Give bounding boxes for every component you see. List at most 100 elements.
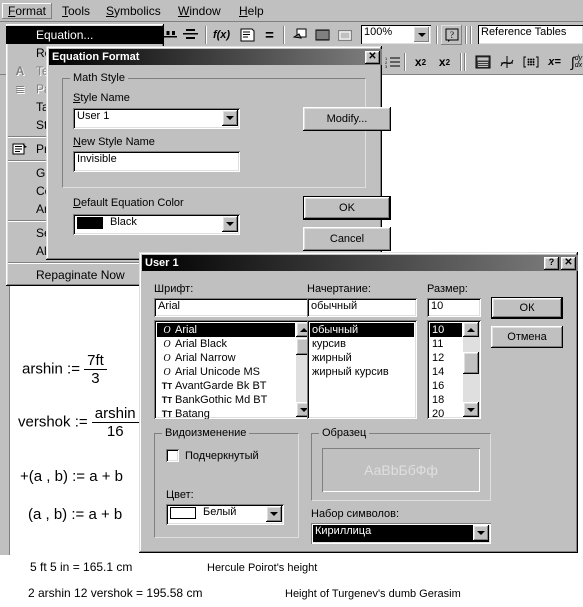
underline-label-text: Подчеркнутый (185, 450, 259, 462)
color-dropdown[interactable]: Белый (166, 504, 284, 525)
font-style-input[interactable]: обычный (307, 298, 417, 317)
script-dropdown[interactable]: Кириллица (311, 523, 491, 544)
menu-item-format[interactable]: Format (2, 3, 53, 19)
equation-region-invisible-operator[interactable]: (a , b) := a + b (28, 506, 122, 523)
graph-palette-icon[interactable] (496, 52, 517, 72)
font-input[interactable]: Arial (154, 298, 314, 317)
list-item[interactable]: курсив (310, 337, 414, 351)
cancel-button[interactable]: Cancel (303, 227, 391, 251)
calculus-palette-icon[interactable]: ∫ dy dx (566, 52, 583, 72)
chevron-down-icon[interactable] (222, 110, 238, 126)
font-listbox[interactable]: O Arial O Arial Black O Arial Narrow O Arial… (154, 320, 314, 419)
menu-item-tools[interactable]: Tools (56, 3, 96, 19)
equation-region-plus-operator[interactable]: +(a , b) := a + b (20, 468, 123, 485)
ok-button[interactable]: ОК (491, 297, 563, 319)
list-item[interactable]: O Arial (157, 323, 295, 337)
cancel-label: Cancel (329, 233, 365, 245)
menu-item-symbolics[interactable]: Symbolics (100, 3, 167, 19)
paragraph-icon: ≣ (14, 82, 26, 96)
zoom-combobox[interactable]: 100% (361, 25, 431, 44)
help-icon[interactable]: ? (544, 256, 559, 270)
truetype-tt-icon: TT (161, 409, 173, 419)
scroll-down-button[interactable] (463, 402, 479, 417)
list-item[interactable]: 12 (430, 351, 462, 365)
superscript-icon[interactable]: x2 (410, 52, 431, 72)
align-down-icon[interactable] (180, 25, 201, 45)
list-item[interactable]: 20 (430, 407, 462, 419)
list-item[interactable]: 16 (430, 379, 462, 393)
result-region-gerasim[interactable]: 2 arshin 12 vershok = 195.58 cm (28, 586, 202, 600)
size-list-scrollbar[interactable] (463, 322, 479, 417)
list-item[interactable]: 18 (430, 393, 462, 407)
evaluation-palette-icon[interactable]: x= (544, 52, 565, 72)
calculator-palette-icon[interactable] (472, 52, 493, 72)
list-item[interactable]: O Arial Narrow (157, 351, 295, 365)
scroll-up-button[interactable] (463, 322, 479, 337)
ok-button[interactable]: OK (303, 196, 391, 220)
list-item[interactable]: 14 (430, 365, 462, 379)
chevron-down-icon[interactable] (266, 506, 282, 522)
list-item[interactable]: жирный курсив (310, 365, 414, 379)
matrix-palette-icon[interactable] (520, 52, 541, 72)
result-region-poirot[interactable]: 5 ft 5 in = 165.1 cm (30, 560, 132, 574)
note-region-gerasim[interactable]: Height of Turgenev's dumb Gerasim (285, 588, 461, 600)
font-dialog-titlebar[interactable]: User 1 ? ✕ (142, 255, 578, 271)
font-style-listbox[interactable]: обычный курсив жирный жирный курсив (307, 320, 417, 419)
fraction-denominator: 16 (106, 423, 124, 441)
insert-area-icon[interactable] (334, 25, 355, 45)
list-item[interactable]: TT AvantGarde Bk BT (157, 379, 295, 393)
close-icon[interactable]: ✕ (561, 256, 576, 270)
toolbar-separator (464, 53, 466, 71)
svg-text:?: ? (450, 30, 454, 40)
chevron-down-icon[interactable] (473, 525, 489, 541)
color-swatch (170, 507, 196, 519)
font-dialog[interactable]: User 1 ? ✕ Шрифт: Arial O Arial O Arial Bl… (139, 252, 578, 553)
insert-hyperlink-icon[interactable] (290, 25, 311, 45)
list-item[interactable]: O Arial Black (157, 337, 295, 351)
equation-region-vershok[interactable]: vershok := arshin 16 (18, 405, 139, 441)
list-item-label: BankGothic Md BT (175, 394, 268, 406)
list-item[interactable]: TT BankGothic Md BT (157, 393, 295, 407)
list-item-label: 16 (432, 380, 445, 392)
subscript-icon[interactable]: x2 (434, 52, 455, 72)
list-item[interactable]: обычный (310, 323, 414, 337)
underline-checkbox[interactable] (166, 449, 179, 462)
chevron-down-icon[interactable] (222, 216, 238, 232)
insert-function-icon[interactable]: f(x) (211, 25, 232, 45)
list-item-label: жирный (312, 352, 352, 364)
fraction-vershok: arshin 16 (91, 405, 139, 441)
list-item[interactable]: 10 (430, 323, 462, 337)
list-item[interactable]: жирный (310, 351, 414, 365)
color-label: Цвет: (166, 489, 194, 501)
equation-format-dialog[interactable]: Equation Format ✕ Math Style Style Name … (46, 46, 391, 260)
default-equation-color-dropdown[interactable]: Black (73, 214, 240, 235)
modify-button[interactable]: Modify... (303, 107, 391, 131)
opentype-o-icon: O (163, 325, 171, 336)
help-icon[interactable]: ? (441, 25, 462, 45)
list-item-label: 18 (432, 394, 445, 406)
style-combobox[interactable]: Reference Tables (478, 25, 583, 44)
note-region-poirot[interactable]: Hercule Poirot's height (207, 562, 317, 574)
style-name-dropdown[interactable]: User 1 (73, 108, 240, 129)
scrollbar-thumb[interactable] (463, 352, 479, 374)
insert-component-icon[interactable] (312, 25, 333, 45)
numbered-list-icon[interactable]: 123 (382, 52, 403, 72)
list-item[interactable]: 11 (430, 337, 462, 351)
menu-item-window[interactable]: Window (172, 3, 227, 19)
list-item[interactable]: TT Batang (157, 407, 295, 419)
list-item[interactable]: O Arial Unicode MS (157, 365, 295, 379)
font-size-listbox[interactable]: 10 11 12 14 16 18 20 (427, 320, 481, 419)
font-size-input[interactable]: 10 (427, 298, 481, 317)
zoom-dropdown-button[interactable] (414, 27, 429, 42)
menu-entry-equation[interactable]: Equation... (6, 26, 164, 44)
calculate-icon[interactable]: = (259, 25, 280, 45)
list-item-label: 11 (432, 338, 444, 350)
modify-label: Modify... (326, 113, 368, 125)
cancel-button[interactable]: Отмена (491, 326, 563, 348)
new-style-name-input[interactable]: Invisible (73, 151, 240, 172)
equation-region-arshin[interactable]: arshin := 7ft 3 (22, 352, 107, 388)
menu-item-help[interactable]: Help (233, 3, 270, 19)
insert-unit-icon[interactable] (237, 25, 258, 45)
equation-format-titlebar[interactable]: Equation Format ✕ (49, 49, 382, 65)
close-icon[interactable]: ✕ (365, 50, 380, 64)
